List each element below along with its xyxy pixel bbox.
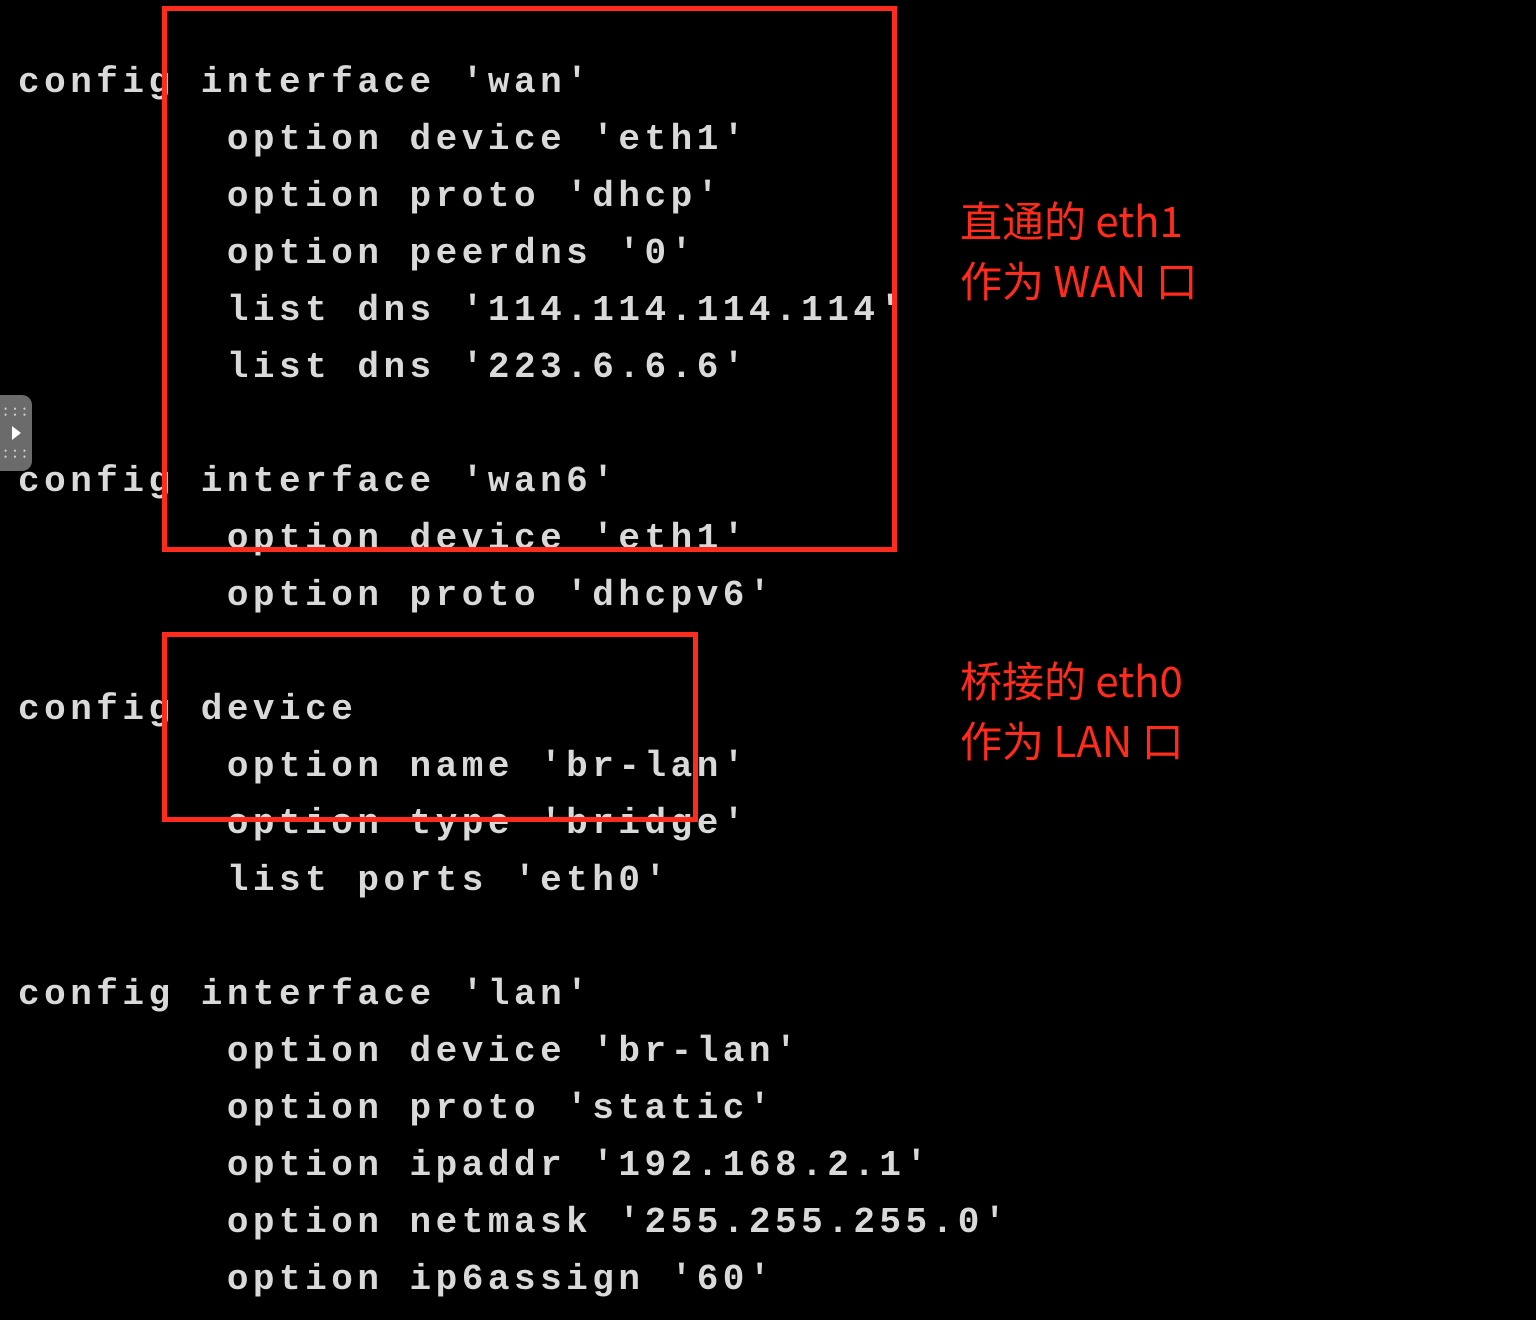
expand-icon bbox=[12, 426, 21, 440]
annotation-wan: 直通的 eth1 作为 WAN 口 bbox=[960, 190, 1198, 310]
annotation-lan: 桥接的 eth0 作为 LAN 口 bbox=[960, 650, 1184, 770]
drag-dots-icon: • • •• • • bbox=[4, 406, 28, 418]
config-device-block: config device option name 'br-lan' optio… bbox=[18, 689, 749, 901]
terminal-output: config interface 'wan' option device 'et… bbox=[0, 36, 1010, 1308]
config-wan-block: config interface 'wan' option device 'et… bbox=[18, 62, 906, 616]
side-handle[interactable]: • • •• • • • • •• • • bbox=[0, 395, 32, 471]
drag-dots-icon: • • •• • • bbox=[4, 448, 28, 460]
config-lan-block: config interface 'lan' option device 'br… bbox=[18, 974, 1010, 1300]
